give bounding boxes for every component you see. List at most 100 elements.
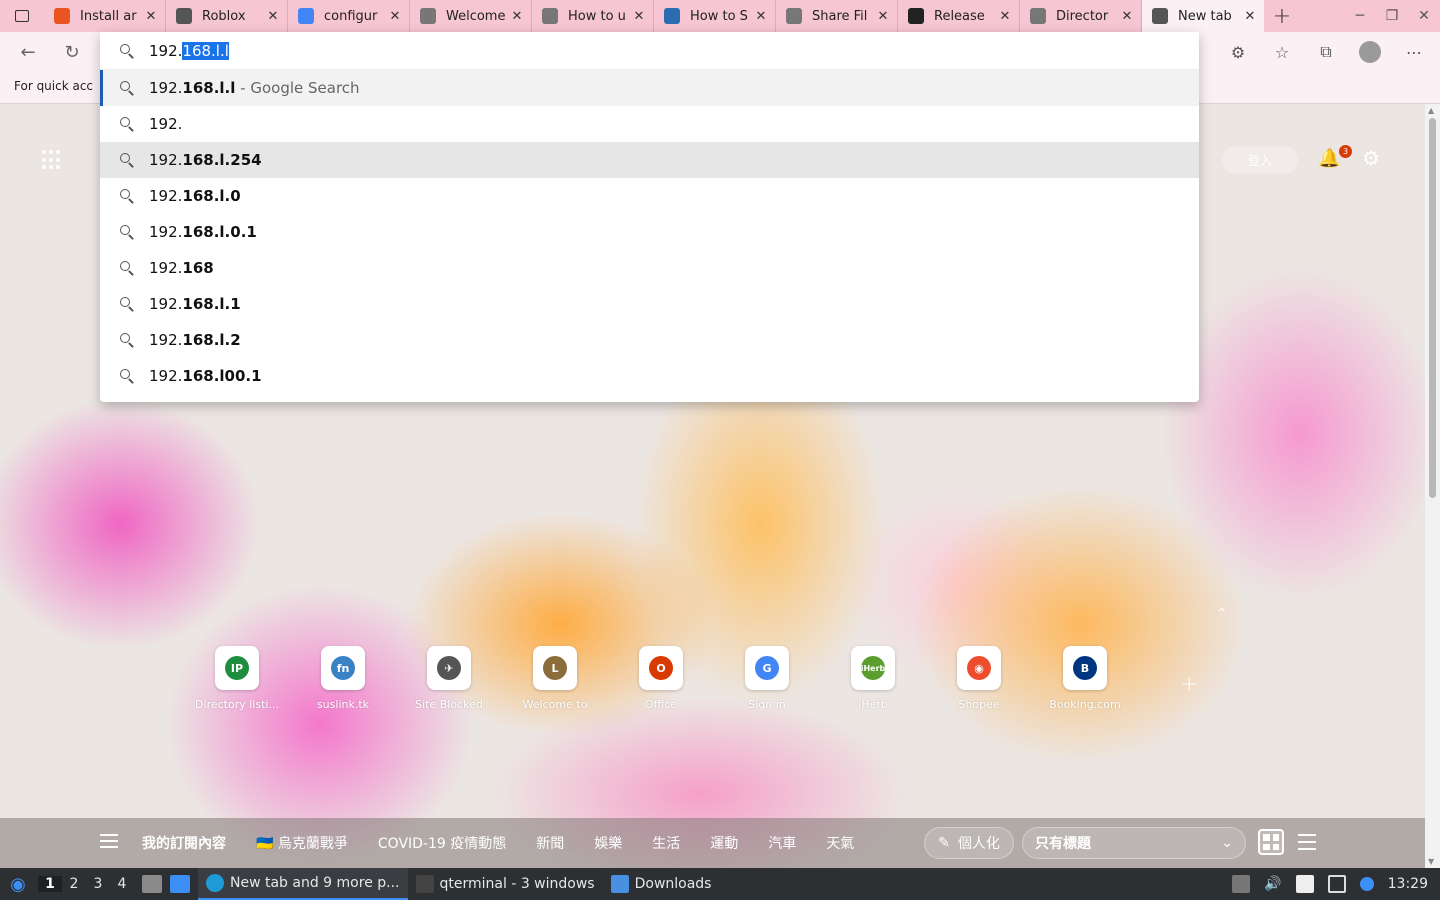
- close-tab-icon[interactable]: ✕: [1119, 9, 1135, 24]
- news-category-tab[interactable]: 我的訂閱內容: [142, 833, 226, 853]
- quick-link[interactable]: IP Directory listi...: [184, 646, 290, 711]
- refresh-button[interactable]: ↻: [60, 40, 84, 64]
- news-category-tab[interactable]: 生活: [652, 833, 680, 853]
- collections-icon[interactable]: ⧉: [1314, 40, 1338, 64]
- files-launcher-icon[interactable]: [142, 875, 162, 893]
- quick-link-tile[interactable]: ✈: [427, 646, 471, 690]
- start-menu-icon[interactable]: ◉: [4, 870, 32, 898]
- tab-4[interactable]: Welcome ✕: [410, 0, 532, 32]
- taskbar-window[interactable]: qterminal - 3 windows: [408, 868, 603, 900]
- quick-link-tile[interactable]: L: [533, 646, 577, 690]
- page-scrollbar[interactable]: ▲ ▼: [1425, 104, 1440, 868]
- suggestion-item[interactable]: 192.168.l.l - Google Search: [100, 70, 1199, 106]
- quick-link[interactable]: B Booking.com: [1032, 646, 1138, 711]
- tab-1[interactable]: Install ar ✕: [44, 0, 166, 32]
- page-settings-gear-icon[interactable]: ⚙: [1362, 146, 1380, 170]
- scroll-up-icon[interactable]: ▲: [1428, 106, 1434, 115]
- extensions-icon[interactable]: ⚙: [1226, 40, 1250, 64]
- workspace-2[interactable]: 2: [62, 876, 86, 892]
- news-category-tab[interactable]: 娛樂: [594, 833, 622, 853]
- quick-link[interactable]: O Office: [608, 646, 714, 711]
- quick-link[interactable]: ✈ Site Blocked: [396, 646, 502, 711]
- grid-view-icon[interactable]: [1258, 829, 1284, 855]
- favorites-icon[interactable]: ☆: [1270, 40, 1294, 64]
- network-icon[interactable]: [1327, 875, 1346, 893]
- add-quick-link-button[interactable]: +: [1180, 672, 1198, 697]
- quick-link-tile[interactable]: B: [1063, 646, 1107, 690]
- hamburger-menu-icon[interactable]: [100, 834, 118, 848]
- news-category-tab[interactable]: 🇺🇦 烏克蘭戰爭: [256, 833, 348, 853]
- close-tab-icon[interactable]: ✕: [387, 9, 403, 24]
- suggestion-item[interactable]: 192.168: [100, 250, 1199, 286]
- news-category-tab[interactable]: COVID-19 疫情動態: [378, 833, 506, 853]
- update-notifier-icon[interactable]: [1359, 877, 1374, 891]
- suggestion-item[interactable]: 192.168.l.2: [100, 322, 1199, 358]
- tab-10[interactable]: New tab ✕: [1142, 0, 1264, 32]
- collapse-caret-icon[interactable]: ⌃: [1216, 606, 1228, 622]
- quick-link-tile[interactable]: iHerb: [851, 646, 895, 690]
- tab-2[interactable]: Roblox ✕: [166, 0, 288, 32]
- address-typed-text[interactable]: 192.168.l.l: [149, 41, 229, 60]
- close-tab-icon[interactable]: ✕: [631, 9, 647, 24]
- quick-link[interactable]: ◉ Shopee: [926, 646, 1032, 711]
- news-category-tab[interactable]: 運動: [710, 833, 738, 853]
- scrollbar-thumb[interactable]: [1429, 118, 1436, 498]
- suggestion-item[interactable]: 192.: [100, 106, 1199, 142]
- notifications-bell-icon[interactable]: 🔔: [1318, 148, 1340, 169]
- new-tab-button[interactable]: +: [1264, 4, 1300, 29]
- restore-icon[interactable]: ❐: [1376, 8, 1408, 24]
- address-bar-input[interactable]: 192.168.l.l: [100, 32, 1199, 70]
- tab-7[interactable]: Share Fil ✕: [776, 0, 898, 32]
- tab-5[interactable]: How to u ✕: [532, 0, 654, 32]
- quick-link[interactable]: iHerb iHerb: [820, 646, 926, 711]
- tab-8[interactable]: Release ✕: [898, 0, 1020, 32]
- minimize-icon[interactable]: ─: [1344, 8, 1376, 24]
- suggestion-item[interactable]: 192.168.l00.1: [100, 358, 1199, 394]
- suggestion-item[interactable]: 192.168.l.254: [100, 142, 1199, 178]
- news-category-tab[interactable]: 天氣: [826, 833, 854, 853]
- workspace-4[interactable]: 4: [110, 876, 134, 892]
- clipboard-icon[interactable]: [1232, 875, 1251, 893]
- tab-9[interactable]: Director ✕: [1020, 0, 1142, 32]
- quick-link-tile[interactable]: ◉: [957, 646, 1001, 690]
- news-category-tab[interactable]: 汽車: [768, 833, 796, 853]
- quick-link-tile[interactable]: IP: [215, 646, 259, 690]
- close-tab-icon[interactable]: ✕: [997, 9, 1013, 24]
- profile-avatar[interactable]: [1358, 40, 1382, 64]
- clock[interactable]: 13:29: [1388, 876, 1428, 892]
- quick-link[interactable]: fn suslink.tk: [290, 646, 396, 711]
- suggestion-item[interactable]: 192.168.l.0: [100, 178, 1199, 214]
- tab-actions-button[interactable]: [0, 0, 44, 32]
- signin-button[interactable]: 登入: [1222, 146, 1298, 174]
- taskbar-window[interactable]: New tab and 9 more p...: [198, 868, 408, 900]
- close-tab-icon[interactable]: ✕: [509, 9, 525, 24]
- close-tab-icon[interactable]: ✕: [1242, 9, 1258, 24]
- quick-link-tile[interactable]: fn: [321, 646, 365, 690]
- close-tab-icon[interactable]: ✕: [875, 9, 891, 24]
- scroll-down-icon[interactable]: ▼: [1428, 857, 1434, 866]
- apps-launcher-icon[interactable]: [42, 150, 62, 170]
- close-window-icon[interactable]: ✕: [1408, 8, 1440, 24]
- taskbar-window[interactable]: Downloads: [603, 868, 720, 900]
- personalize-button[interactable]: ✎ 個人化: [924, 827, 1014, 859]
- back-button[interactable]: ←: [16, 40, 40, 64]
- quick-link[interactable]: L Welcome to: [502, 646, 608, 711]
- close-tab-icon[interactable]: ✕: [143, 9, 159, 24]
- quick-link-tile[interactable]: G: [745, 646, 789, 690]
- workspace-1[interactable]: 1: [38, 876, 62, 892]
- list-view-icon[interactable]: [1298, 834, 1316, 850]
- suggestion-item[interactable]: 192.168.l.0.1: [100, 214, 1199, 250]
- more-menu-icon[interactable]: ⋯: [1402, 40, 1426, 64]
- desktop-launcher-icon[interactable]: [170, 875, 190, 893]
- close-tab-icon[interactable]: ✕: [753, 9, 769, 24]
- quick-link[interactable]: G Sign in: [714, 646, 820, 711]
- volume-icon[interactable]: 🔊: [1264, 876, 1281, 892]
- tab-6[interactable]: How to S ✕: [654, 0, 776, 32]
- content-layout-select[interactable]: 只有標題 ⌄: [1022, 827, 1246, 859]
- suggestion-item[interactable]: 192.168.l.1: [100, 286, 1199, 322]
- close-tab-icon[interactable]: ✕: [265, 9, 281, 24]
- quick-link-tile[interactable]: O: [639, 646, 683, 690]
- workspace-3[interactable]: 3: [86, 876, 110, 892]
- notes-icon[interactable]: [1295, 875, 1314, 893]
- tab-3[interactable]: configur ✕: [288, 0, 410, 32]
